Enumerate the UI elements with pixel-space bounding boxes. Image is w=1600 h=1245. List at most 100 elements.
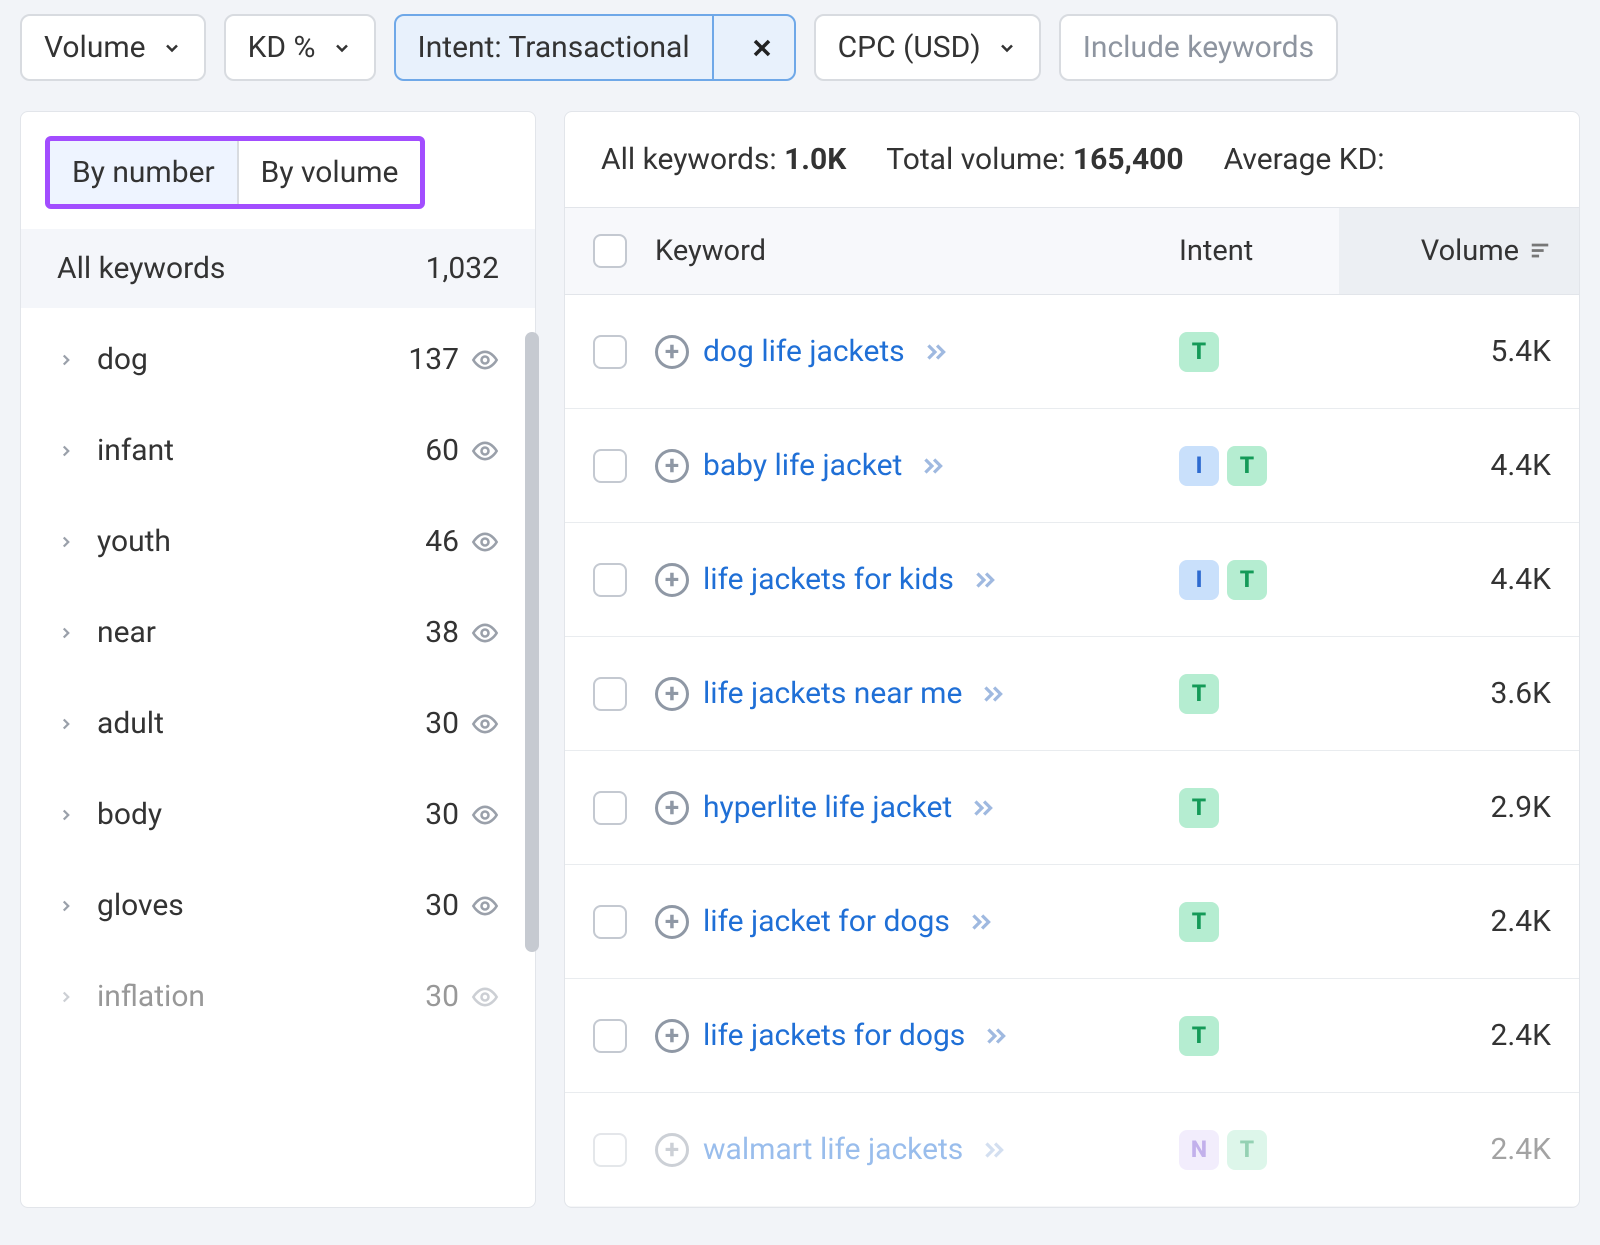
double-chevron-icon[interactable] <box>920 453 946 479</box>
sidebar-item-label: infant <box>97 433 425 468</box>
filter-include-label: Include keywords <box>1083 30 1314 65</box>
row-checkbox[interactable] <box>565 677 655 711</box>
double-chevron-icon[interactable] <box>970 795 996 821</box>
filter-cpc[interactable]: CPC (USD) <box>814 14 1041 81</box>
intent-badge-i: I <box>1179 446 1219 486</box>
intent-badge-t: T <box>1179 1016 1219 1056</box>
intent-badge-t: T <box>1227 1130 1267 1170</box>
row-checkbox[interactable] <box>565 563 655 597</box>
volume-cell: 5.4K <box>1339 308 1579 395</box>
table-row: + life jackets for kids IT 4.4K <box>565 523 1579 637</box>
add-keyword-icon[interactable]: + <box>655 335 689 369</box>
sidebar-item[interactable]: youth 46 <box>21 496 535 587</box>
add-keyword-icon[interactable]: + <box>655 1019 689 1053</box>
add-keyword-icon[interactable]: + <box>655 1133 689 1167</box>
double-chevron-icon[interactable] <box>972 567 998 593</box>
eye-icon[interactable] <box>471 346 499 374</box>
filter-kd[interactable]: KD % <box>224 14 376 81</box>
sidebar-list: dog 137 infant 60 youth 46 near 38 adult… <box>21 308 535 1048</box>
chevron-right-icon <box>57 715 75 733</box>
table-row: + hyperlite life jacket T 2.9K <box>565 751 1579 865</box>
chevron-right-icon <box>57 351 75 369</box>
sidebar-all-label: All keywords <box>57 251 225 286</box>
sidebar-all-count: 1,032 <box>426 251 499 286</box>
intent-badge-t: T <box>1179 788 1219 828</box>
sidebar-tab-toggle: By number By volume <box>45 136 425 209</box>
add-keyword-icon[interactable]: + <box>655 563 689 597</box>
sidebar-item[interactable]: body 30 <box>21 769 535 860</box>
row-checkbox[interactable] <box>565 791 655 825</box>
keyword-link[interactable]: baby life jacket <box>703 448 902 483</box>
filter-intent-label: Intent: Transactional <box>396 16 714 79</box>
summary-all: All keywords: 1.0K <box>601 142 846 177</box>
filter-intent-clear[interactable] <box>730 22 794 74</box>
double-chevron-icon[interactable] <box>980 681 1006 707</box>
keyword-link[interactable]: hyperlite life jacket <box>703 790 952 825</box>
keyword-link[interactable]: life jacket for dogs <box>703 904 950 939</box>
sidebar-item[interactable]: adult 30 <box>21 678 535 769</box>
filter-intent[interactable]: Intent: Transactional <box>394 14 796 81</box>
chevron-right-icon <box>57 533 75 551</box>
sidebar-item[interactable]: near 38 <box>21 587 535 678</box>
add-keyword-icon[interactable]: + <box>655 449 689 483</box>
keyword-link[interactable]: life jackets for kids <box>703 562 954 597</box>
volume-cell: 2.4K <box>1339 1106 1579 1193</box>
sidebar-item[interactable]: dog 137 <box>21 314 535 405</box>
volume-cell: 4.4K <box>1339 536 1579 623</box>
eye-icon[interactable] <box>471 801 499 829</box>
table-row: + life jackets for dogs T 2.4K <box>565 979 1579 1093</box>
keyword-link[interactable]: walmart life jackets <box>703 1132 963 1167</box>
sidebar-item[interactable]: gloves 30 <box>21 860 535 951</box>
row-checkbox[interactable] <box>565 1019 655 1053</box>
summary-total: Total volume: 165,400 <box>886 142 1183 177</box>
double-chevron-icon[interactable] <box>983 1023 1009 1049</box>
table-row: + walmart life jackets NT 2.4K <box>565 1093 1579 1207</box>
double-chevron-icon[interactable] <box>968 909 994 935</box>
row-checkbox[interactable] <box>565 1133 655 1167</box>
eye-icon[interactable] <box>471 892 499 920</box>
col-volume[interactable]: Volume <box>1339 208 1579 294</box>
tab-by-number[interactable]: By number <box>50 141 239 204</box>
intent-badge-n: N <box>1179 1130 1219 1170</box>
table-body: + dog life jackets T 5.4K + baby life ja… <box>565 295 1579 1207</box>
volume-cell: 3.6K <box>1339 650 1579 737</box>
row-checkbox[interactable] <box>565 449 655 483</box>
eye-icon[interactable] <box>471 710 499 738</box>
col-keyword[interactable]: Keyword <box>655 208 1179 294</box>
close-icon <box>750 36 774 60</box>
scrollbar-thumb[interactable] <box>525 332 539 952</box>
sidebar-item-count: 137 <box>408 342 459 377</box>
sidebar-item-label: youth <box>97 524 425 559</box>
eye-icon[interactable] <box>471 983 499 1011</box>
double-chevron-icon[interactable] <box>923 339 949 365</box>
double-chevron-icon[interactable] <box>981 1137 1007 1163</box>
sidebar-all-keywords[interactable]: All keywords 1,032 <box>21 229 535 308</box>
col-intent[interactable]: Intent <box>1179 208 1339 294</box>
eye-icon[interactable] <box>471 619 499 647</box>
sidebar-item-label: near <box>97 615 425 650</box>
eye-icon[interactable] <box>471 437 499 465</box>
row-checkbox[interactable] <box>565 335 655 369</box>
row-checkbox[interactable] <box>565 905 655 939</box>
filter-include-keywords[interactable]: Include keywords <box>1059 14 1338 81</box>
table-row: + baby life jacket IT 4.4K <box>565 409 1579 523</box>
sidebar-item-label: adult <box>97 706 425 741</box>
keyword-link[interactable]: life jackets for dogs <box>703 1018 965 1053</box>
summary-bar: All keywords: 1.0K Total volume: 165,400… <box>565 112 1579 207</box>
sidebar-item[interactable]: infant 60 <box>21 405 535 496</box>
summary-avg: Average KD: <box>1224 142 1385 177</box>
keyword-link[interactable]: dog life jackets <box>703 334 905 369</box>
add-keyword-icon[interactable]: + <box>655 677 689 711</box>
tab-by-volume[interactable]: By volume <box>239 141 421 204</box>
select-all-checkbox[interactable] <box>565 208 655 294</box>
sort-desc-icon <box>1529 240 1551 262</box>
add-keyword-icon[interactable]: + <box>655 791 689 825</box>
chevron-right-icon <box>57 624 75 642</box>
sidebar-item[interactable]: inflation 30 <box>21 951 535 1042</box>
keyword-link[interactable]: life jackets near me <box>703 676 962 711</box>
intent-badge-t: T <box>1179 332 1219 372</box>
intent-badge-t: T <box>1179 674 1219 714</box>
add-keyword-icon[interactable]: + <box>655 905 689 939</box>
eye-icon[interactable] <box>471 528 499 556</box>
filter-volume[interactable]: Volume <box>20 14 206 81</box>
